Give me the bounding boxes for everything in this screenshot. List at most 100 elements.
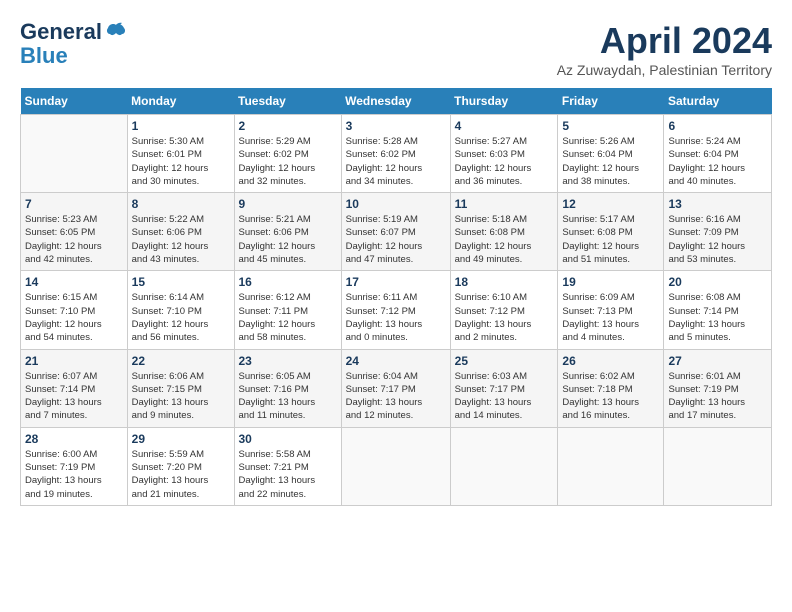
day-info: Sunrise: 5:28 AM Sunset: 6:02 PM Dayligh… [346, 135, 446, 188]
day-number: 27 [668, 354, 767, 368]
calendar-cell: 9Sunrise: 5:21 AM Sunset: 6:06 PM Daylig… [234, 193, 341, 271]
day-number: 24 [346, 354, 446, 368]
day-number: 19 [562, 275, 659, 289]
logo: General Blue [20, 20, 128, 68]
day-number: 1 [132, 119, 230, 133]
day-number: 11 [455, 197, 554, 211]
day-info: Sunrise: 5:27 AM Sunset: 6:03 PM Dayligh… [455, 135, 554, 188]
calendar-cell [450, 427, 558, 505]
logo-general: General [20, 20, 102, 44]
calendar-cell: 23Sunrise: 6:05 AM Sunset: 7:16 PM Dayli… [234, 349, 341, 427]
day-number: 22 [132, 354, 230, 368]
calendar-cell: 5 Sunrise: 5:26 AM Sunset: 6:04 PM Daylig… [558, 115, 664, 193]
day-info: Sunrise: 6:02 AM Sunset: 7:18 PM Dayligh… [562, 370, 659, 423]
calendar-cell: 10 Sunrise: 5:19 AM Sunset: 6:07 PM Dayli… [341, 193, 450, 271]
day-info: Sunrise: 6:08 AM Sunset: 7:14 PM Dayligh… [668, 291, 767, 344]
calendar-cell: 20 Sunrise: 6:08 AM Sunset: 7:14 PM Dayli… [664, 271, 772, 349]
day-info: Sunrise: 6:11 AM Sunset: 7:12 PM Dayligh… [346, 291, 446, 344]
day-number: 26 [562, 354, 659, 368]
calendar-cell: 3 Sunrise: 5:28 AM Sunset: 6:02 PM Daylig… [341, 115, 450, 193]
calendar-cell: 4 Sunrise: 5:27 AM Sunset: 6:03 PM Daylig… [450, 115, 558, 193]
day-info: Sunrise: 6:07 AM Sunset: 7:14 PM Dayligh… [25, 370, 123, 423]
page-header: General Blue April 2024 Az Zuwaydah, Pal… [20, 20, 772, 78]
day-info: Sunrise: 5:19 AM Sunset: 6:07 PM Dayligh… [346, 213, 446, 266]
day-info: Sunrise: 5:26 AM Sunset: 6:04 PM Dayligh… [562, 135, 659, 188]
day-number: 30 [239, 432, 337, 446]
title-section: April 2024 Az Zuwaydah, Palestinian Terr… [557, 20, 772, 78]
calendar-cell: 21 Sunrise: 6:07 AM Sunset: 7:14 PM Dayli… [21, 349, 128, 427]
calendar-cell: 18 Sunrise: 6:10 AM Sunset: 7:12 PM Dayli… [450, 271, 558, 349]
day-info: Sunrise: 5:59 AM Sunset: 7:20 PM Dayligh… [132, 448, 230, 501]
day-number: 14 [25, 275, 123, 289]
weekday-header-wednesday: Wednesday [341, 88, 450, 115]
calendar-cell [21, 115, 128, 193]
calendar-cell: 8 Sunrise: 5:22 AM Sunset: 6:06 PM Daylig… [127, 193, 234, 271]
month-title: April 2024 [557, 20, 772, 62]
weekday-header-row: SundayMondayTuesdayWednesdayThursdayFrid… [21, 88, 772, 115]
calendar-cell: 14 Sunrise: 6:15 AM Sunset: 7:10 PM Dayli… [21, 271, 128, 349]
calendar-cell: 13Sunrise: 6:16 AM Sunset: 7:09 PM Dayli… [664, 193, 772, 271]
day-info: Sunrise: 5:29 AM Sunset: 6:02 PM Dayligh… [239, 135, 337, 188]
calendar-cell: 15 Sunrise: 6:14 AM Sunset: 7:10 PM Dayli… [127, 271, 234, 349]
weekday-header-thursday: Thursday [450, 88, 558, 115]
calendar-cell: 1 Sunrise: 5:30 AM Sunset: 6:01 PM Daylig… [127, 115, 234, 193]
weekday-header-monday: Monday [127, 88, 234, 115]
calendar-week-row: 1 Sunrise: 5:30 AM Sunset: 6:01 PM Daylig… [21, 115, 772, 193]
day-number: 3 [346, 119, 446, 133]
calendar-cell: 16 Sunrise: 6:12 AM Sunset: 7:11 PM Dayli… [234, 271, 341, 349]
weekday-header-friday: Friday [558, 88, 664, 115]
day-info: Sunrise: 6:06 AM Sunset: 7:15 PM Dayligh… [132, 370, 230, 423]
day-number: 13 [668, 197, 767, 211]
day-info: Sunrise: 5:21 AM Sunset: 6:06 PM Dayligh… [239, 213, 337, 266]
day-number: 12 [562, 197, 659, 211]
day-info: Sunrise: 6:00 AM Sunset: 7:19 PM Dayligh… [25, 448, 123, 501]
day-info: Sunrise: 5:22 AM Sunset: 6:06 PM Dayligh… [132, 213, 230, 266]
day-info: Sunrise: 6:15 AM Sunset: 7:10 PM Dayligh… [25, 291, 123, 344]
day-info: Sunrise: 6:14 AM Sunset: 7:10 PM Dayligh… [132, 291, 230, 344]
weekday-header-sunday: Sunday [21, 88, 128, 115]
day-info: Sunrise: 6:04 AM Sunset: 7:17 PM Dayligh… [346, 370, 446, 423]
calendar-cell [341, 427, 450, 505]
calendar-cell: 25 Sunrise: 6:03 AM Sunset: 7:17 PM Dayli… [450, 349, 558, 427]
day-info: Sunrise: 6:09 AM Sunset: 7:13 PM Dayligh… [562, 291, 659, 344]
day-info: Sunrise: 6:10 AM Sunset: 7:12 PM Dayligh… [455, 291, 554, 344]
calendar-cell: 2Sunrise: 5:29 AM Sunset: 6:02 PM Daylig… [234, 115, 341, 193]
weekday-header-tuesday: Tuesday [234, 88, 341, 115]
day-number: 20 [668, 275, 767, 289]
day-info: Sunrise: 6:12 AM Sunset: 7:11 PM Dayligh… [239, 291, 337, 344]
day-number: 25 [455, 354, 554, 368]
calendar-cell: 19 Sunrise: 6:09 AM Sunset: 7:13 PM Dayli… [558, 271, 664, 349]
weekday-header-saturday: Saturday [664, 88, 772, 115]
day-number: 8 [132, 197, 230, 211]
day-number: 29 [132, 432, 230, 446]
day-info: Sunrise: 5:17 AM Sunset: 6:08 PM Dayligh… [562, 213, 659, 266]
calendar-cell: 29 Sunrise: 5:59 AM Sunset: 7:20 PM Dayli… [127, 427, 234, 505]
calendar-cell: 30 Sunrise: 5:58 AM Sunset: 7:21 PM Dayli… [234, 427, 341, 505]
calendar-week-row: 28 Sunrise: 6:00 AM Sunset: 7:19 PM Dayli… [21, 427, 772, 505]
day-number: 10 [346, 197, 446, 211]
calendar-table: SundayMondayTuesdayWednesdayThursdayFrid… [20, 88, 772, 506]
day-number: 4 [455, 119, 554, 133]
calendar-week-row: 21 Sunrise: 6:07 AM Sunset: 7:14 PM Dayli… [21, 349, 772, 427]
day-info: Sunrise: 6:01 AM Sunset: 7:19 PM Dayligh… [668, 370, 767, 423]
calendar-cell [664, 427, 772, 505]
calendar-cell: 11Sunrise: 5:18 AM Sunset: 6:08 PM Dayli… [450, 193, 558, 271]
day-info: Sunrise: 6:03 AM Sunset: 7:17 PM Dayligh… [455, 370, 554, 423]
calendar-cell [558, 427, 664, 505]
day-number: 16 [239, 275, 337, 289]
day-number: 28 [25, 432, 123, 446]
calendar-cell: 24 Sunrise: 6:04 AM Sunset: 7:17 PM Dayli… [341, 349, 450, 427]
calendar-week-row: 14 Sunrise: 6:15 AM Sunset: 7:10 PM Dayli… [21, 271, 772, 349]
calendar-cell: 26 Sunrise: 6:02 AM Sunset: 7:18 PM Dayli… [558, 349, 664, 427]
day-number: 21 [25, 354, 123, 368]
calendar-cell: 7Sunrise: 5:23 AM Sunset: 6:05 PM Daylig… [21, 193, 128, 271]
day-number: 15 [132, 275, 230, 289]
day-number: 17 [346, 275, 446, 289]
day-number: 5 [562, 119, 659, 133]
day-info: Sunrise: 5:58 AM Sunset: 7:21 PM Dayligh… [239, 448, 337, 501]
calendar-week-row: 7Sunrise: 5:23 AM Sunset: 6:05 PM Daylig… [21, 193, 772, 271]
day-info: Sunrise: 5:23 AM Sunset: 6:05 PM Dayligh… [25, 213, 123, 266]
day-number: 18 [455, 275, 554, 289]
day-info: Sunrise: 5:30 AM Sunset: 6:01 PM Dayligh… [132, 135, 230, 188]
day-info: Sunrise: 5:24 AM Sunset: 6:04 PM Dayligh… [668, 135, 767, 188]
